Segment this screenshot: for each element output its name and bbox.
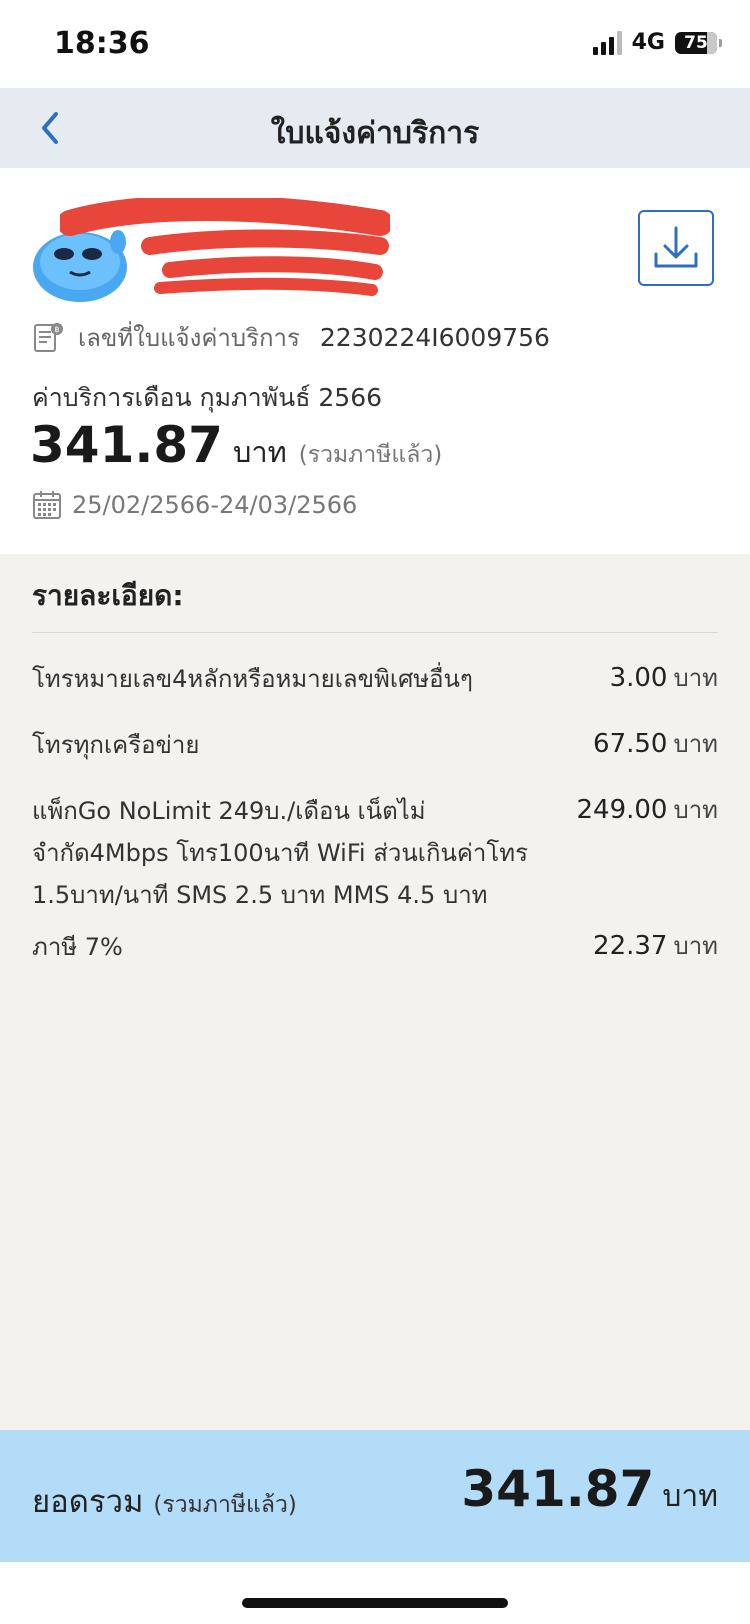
billing-period-row: 25/02/2566-24/03/2566 [32,490,357,520]
home-indicator[interactable] [242,1598,508,1608]
tax-included-note: (รวมภาษีแล้ว) [298,442,443,468]
detail-amount-unit: บาท [673,932,718,960]
detail-amount: 249.00 บาท [576,790,718,829]
detail-amount-unit: บาท [673,730,718,758]
battery-level: 75 [684,32,708,53]
receipt-icon: ฿ [34,322,63,352]
detail-amount-unit: บาท [673,664,718,692]
cellular-signal-icon [592,30,622,55]
bill-currency: บาท [232,435,287,469]
download-icon [654,226,698,268]
battery-icon: 75 [675,31,722,54]
total-bar: ยอดรวม (รวมภาษีแล้ว) 341.87 บาท [0,1430,750,1562]
redacted-account-info [60,198,390,296]
total-label-group: ยอดรวม (รวมภาษีแล้ว) [32,1476,297,1526]
network-type-label: 4G [631,30,665,55]
total-tax-note: (รวมภาษีแล้ว) [153,1492,297,1518]
total-label: ยอดรวม [32,1484,144,1520]
detail-description: โทรหมายเลข4หลักหรือหมายเลขพิเศษอื่นๆ [32,665,473,693]
bill-amount: 341.87 [30,416,223,474]
detail-row: โทรหมายเลข4หลักหรือหมายเลขพิเศษอื่นๆ 3.0… [32,658,718,702]
detail-amount-value: 67.50 [593,729,668,759]
status-time: 18:36 [54,26,150,61]
detail-description: โทรทุกเครือข่าย [32,731,200,759]
detail-amount-value: 22.37 [593,931,668,961]
detail-amount-value: 249.00 [576,795,668,825]
total-amount-group: 341.87 บาท [461,1460,718,1520]
detail-row: แพ็กGo NoLimit 249บ./เดือน เน็ตไม่จำกัด4… [32,790,718,920]
total-currency: บาท [662,1479,718,1514]
detail-description: แพ็กGo NoLimit 249บ./เดือน เน็ตไม่จำกัด4… [32,797,529,909]
status-indicators: 4G 75 [592,30,722,55]
detail-row: ภาษี 7% 22.37 บาท [32,926,718,970]
billing-period: 25/02/2566-24/03/2566 [72,491,358,519]
status-bar: 18:36 4G 75 [0,0,750,88]
detail-amount: 3.00 บาท [610,658,718,697]
top-navigation-bar: ใบแจ้งค่าบริการ [0,88,750,168]
details-title: รายละเอียด: [32,579,184,612]
total-amount: 341.87 [461,1460,655,1518]
invoice-number-row: ฿ เลขที่ใบแจ้งค่าบริการ 2230224I6009756 [32,318,550,357]
billing-month: ค่าบริการเดือน กุมภาพันธ์ 2566 [32,383,383,412]
detail-row: โทรทุกเครือข่าย 67.50 บาท [32,724,718,768]
download-button[interactable] [638,210,714,286]
detail-amount-unit: บาท [673,796,718,824]
amount-row: 341.87 บาท (รวมภาษีแล้ว) [30,416,442,475]
divider [32,632,718,633]
detail-description: ภาษี 7% [32,933,123,961]
detail-amount-value: 3.00 [609,663,668,693]
page-title: ใบแจ้งค่าบริการ [270,116,480,151]
details-section: รายละเอียด: โทรหมายเลข4หลักหรือหมายเลขพิ… [0,554,750,1430]
home-indicator-area [0,1562,750,1624]
calendar-icon [33,491,61,519]
detail-amount: 22.37 บาท [593,926,718,965]
invoice-number-label: เลขที่ใบแจ้งค่าบริการ [78,324,300,352]
detail-amount: 67.50 บาท [593,724,718,763]
svg-text:฿: ฿ [54,325,59,334]
invoice-number-value: 2230224I6009756 [319,323,550,352]
invoice-summary-card: ฿ เลขที่ใบแจ้งค่าบริการ 2230224I6009756 … [0,168,750,554]
